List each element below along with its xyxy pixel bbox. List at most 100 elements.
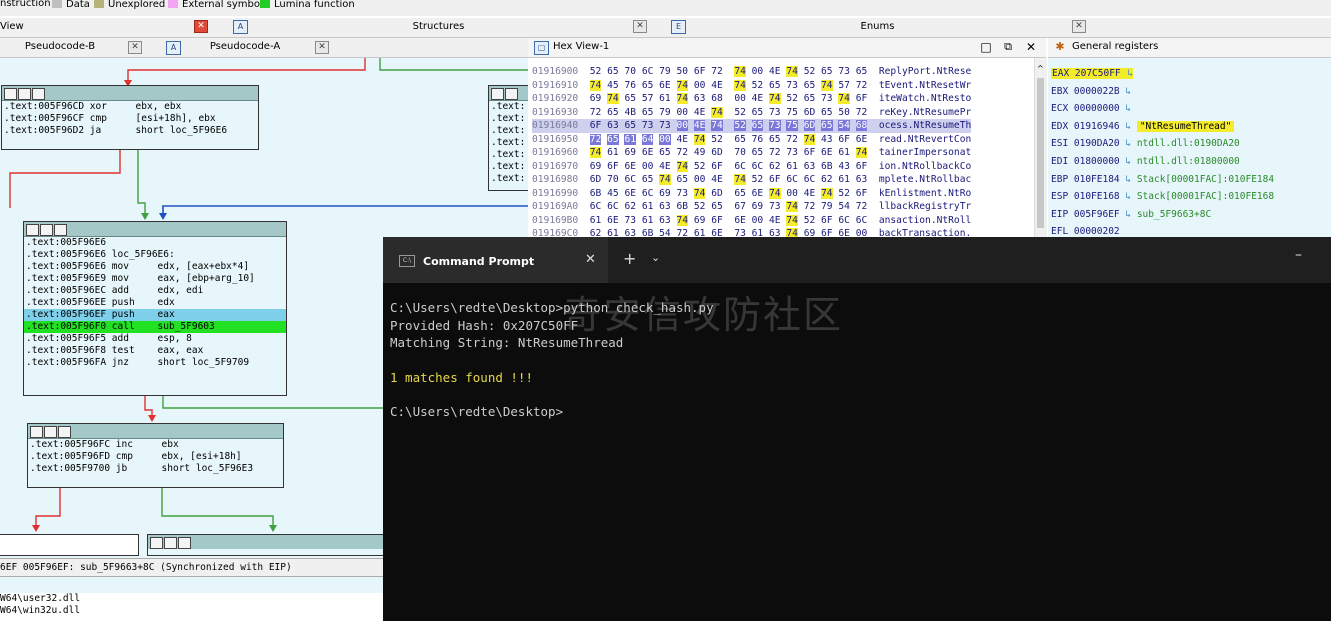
hex-byte[interactable]: 72 [589,133,602,145]
tab-structures[interactable]: Structures [256,18,621,36]
hex-row[interactable]: 01916900 52 65 70 6C 79 50 6F 72 74 00 4… [532,65,971,79]
hex-byte[interactable]: 6F [856,161,868,172]
asm-line[interactable]: .text:005F96FA jnz short loc_5F9709 [24,357,286,369]
hex-byte[interactable]: 73 [838,66,850,77]
hex-byte[interactable]: 62 [769,161,781,172]
hex-byte[interactable]: 65 [751,120,764,131]
hex-byte[interactable]: 6F [711,161,723,172]
hex-byte[interactable]: 72 [769,147,781,158]
node-rename-icon[interactable] [44,426,57,438]
asm-line[interactable]: .text:005F96EE push edx [24,297,286,309]
hex-byte[interactable]: 65 [769,80,781,91]
command-prompt-window[interactable]: C:\ Command Prompt ✕ + ⌄ – 奇安信攻防社区 C:\Us… [383,237,1331,621]
register-edx[interactable]: EDX 01916946 ↳ "NtResumeThread" [1051,118,1235,135]
register-eax[interactable]: EAX 207C50FF ↳ [1051,65,1134,82]
hex-byte[interactable]: 52 [804,215,816,226]
hex-byte[interactable]: 52 [838,188,850,199]
general-registers-panel[interactable]: EAX 207C50FF ↳ EBX 0000022B ↳ ECX 000000… [1048,58,1331,238]
register-esi[interactable]: ESI 0190DA20 ↳ ntdll.dll:0190DA20 [1051,135,1240,152]
scroll-up-icon[interactable]: ^ [1037,64,1044,73]
node-group-icon[interactable] [178,537,191,549]
hex-row[interactable]: 01916990 6B 45 6E 6C 69 73 74 6D 65 6E 7… [532,187,971,201]
hex-byte[interactable]: 72 [786,134,798,145]
hex-byte[interactable]: 74 [676,93,689,104]
hex-byte[interactable]: 72 [711,66,723,77]
jump-arrow-icon[interactable]: ↳ [1120,191,1137,202]
close-tab-icon[interactable]: ✕ [585,251,596,269]
asm-line[interactable]: .text:005F96E9 mov eax, [ebp+arg_10] [24,273,286,285]
cmd-tab[interactable]: C:\ Command Prompt ✕ [383,237,608,283]
maximize-icon[interactable]: □ [980,38,992,56]
graph-node-block-2[interactable]: .text:005F96E6 .text:005F96E6 loc_5F96E6… [23,221,287,396]
hex-byte[interactable]: 74 [821,79,833,91]
hex-row[interactable]: 01916960 74 61 69 6E 65 72 49 6D 70 65 7… [532,146,971,160]
scroll-thumb[interactable] [1037,78,1044,228]
graph-node-block-3[interactable]: .text:005F96FC inc ebx .text:005F96FD cm… [27,423,284,488]
hex-byte[interactable]: 68 [711,93,723,104]
close-pseudocode-a-icon[interactable]: ✕ [315,41,329,54]
close-view-tab-icon[interactable]: ✕ [194,20,208,33]
hex-byte[interactable]: 74 [711,120,723,131]
tab-pseudocode-a[interactable]: Pseudocode-A [195,38,295,56]
hex-byte[interactable]: 74 [676,214,689,226]
hex-byte[interactable]: 65 [769,134,781,145]
hex-byte[interactable]: 70 [624,66,636,77]
hex-byte[interactable]: 62 [821,174,833,185]
register-target[interactable]: ntdll.dll:01800000 [1137,156,1240,167]
register-efl[interactable]: EFL 00000202 [1051,223,1120,238]
hex-byte[interactable]: 52 [711,134,723,145]
asm-line[interactable]: .text: [489,101,528,113]
close-structures-tab-icon[interactable]: ✕ [633,20,647,33]
hex-byte[interactable]: 6F [856,93,868,104]
hex-byte[interactable]: 61 [607,147,619,158]
hex-byte[interactable]: 00 [677,107,689,118]
hex-byte[interactable]: 4E [711,80,723,91]
hex-byte[interactable]: 72 [804,201,816,212]
jump-arrow-icon[interactable]: ↳ [1120,156,1137,167]
hex-byte[interactable]: 61 [838,147,850,158]
hex-byte[interactable]: 6C [804,174,816,185]
tab-enums[interactable]: Enums [690,18,1065,36]
hex-scrollbar[interactable]: ^ [1034,58,1047,238]
graph-node-partial-right[interactable]: .text: .text: .text: .text: .text: .text… [488,85,528,191]
hex-byte[interactable]: 6F [838,134,850,145]
hex-row[interactable]: 01916930 72 65 4B 65 79 00 4E 74 52 65 7… [532,106,971,120]
hex-byte[interactable]: 63 [659,201,671,212]
hex-byte[interactable]: 74 [676,160,689,172]
hex-row[interactable]: 019169A0 6C 6C 62 61 63 6B 52 65 67 69 7… [532,200,971,214]
hex-byte[interactable]: 67 [734,201,746,212]
hex-byte[interactable]: 69 [624,147,636,158]
jump-arrow-icon[interactable]: ↳ [1120,103,1131,114]
hex-byte[interactable]: 00 [694,80,706,91]
hex-byte[interactable]: 74 [659,174,671,185]
hex-byte[interactable]: 54 [838,120,850,131]
hex-byte[interactable]: 74 [769,187,781,199]
hex-byte[interactable]: 65 [804,80,816,91]
hex-byte[interactable]: 73 [786,80,798,91]
hex-byte[interactable]: 74 [711,106,723,118]
hex-byte[interactable]: 65 [856,66,868,77]
hex-byte[interactable]: 00 [694,174,706,185]
node-color-icon[interactable] [4,88,17,100]
hex-byte[interactable]: 74 [786,66,798,77]
asm-label-line[interactable]: .text:005F96E6 loc_5F96E6: [24,249,286,261]
register-target[interactable]: Stack[00001FAC]:010FE168 [1137,191,1274,202]
hex-byte[interactable]: 50 [838,107,850,118]
hex-byte[interactable]: 52 [752,80,764,91]
hex-byte[interactable]: 74 [676,79,689,91]
hex-byte[interactable]: 00 [642,161,654,172]
hex-byte[interactable]: 6C [734,161,746,172]
hex-byte[interactable]: 69 [752,201,764,212]
asm-line[interactable]: .text: [489,149,528,161]
hex-byte[interactable]: 00 [752,215,764,226]
hex-byte[interactable]: 57 [642,93,654,104]
hex-byte[interactable]: 73 [821,93,833,104]
asm-line[interactable]: .text: [489,137,528,149]
asm-line[interactable]: .text:005F96FC inc ebx [28,439,283,451]
asm-line[interactable]: .text:005F96D2 ja short loc_5F96E6 [2,125,258,137]
asm-line[interactable]: .text:005F96FD cmp ebx, [esi+18h] [28,451,283,463]
hex-byte[interactable]: 65 [607,66,619,77]
hex-byte[interactable]: 74 [589,147,602,158]
register-ebx[interactable]: EBX 0000022B ↳ [1051,83,1131,100]
cmd-prompt-line[interactable]: C:\Users\redte\Desktop> [390,404,563,419]
